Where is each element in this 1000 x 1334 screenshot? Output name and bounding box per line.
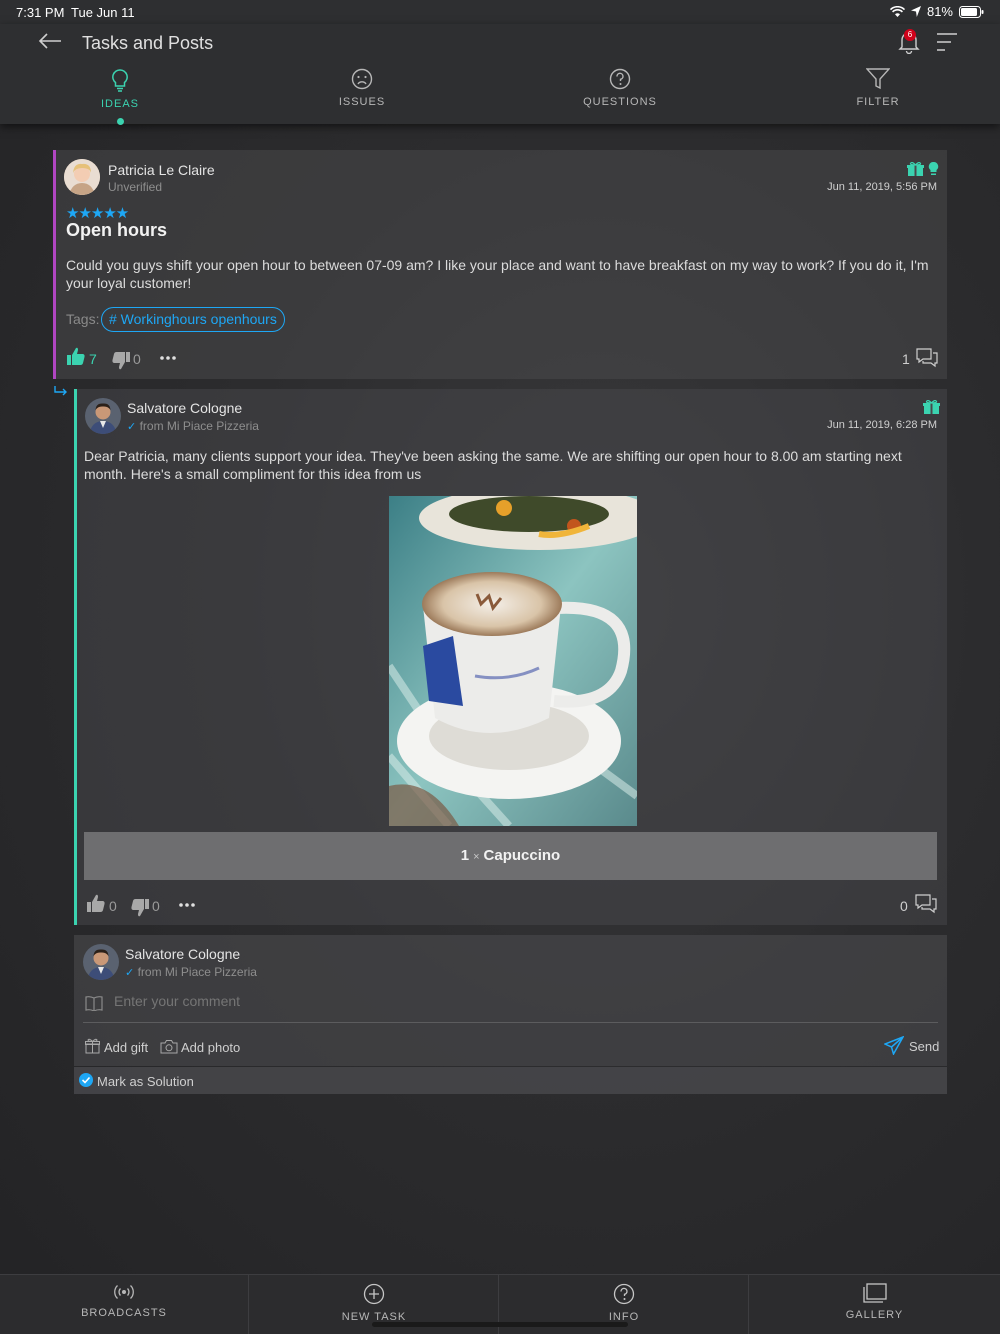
- reply-author-affiliation: ✓ from Mi Piace Pizzeria: [127, 419, 259, 433]
- thumbs-up-icon[interactable]: [87, 894, 105, 912]
- dislike-count: 0: [152, 898, 160, 914]
- idea-post-card[interactable]: Patricia Le Claire Unverified Jun 11, 20…: [53, 150, 947, 379]
- reply-card[interactable]: Salvatore Cologne ✓ from Mi Piace Pizzer…: [74, 389, 947, 925]
- battery-icon: [959, 5, 984, 18]
- nav-gallery-label: GALLERY: [845, 1309, 904, 1321]
- gift-item-name: Capuccino: [483, 847, 561, 864]
- back-arrow-icon[interactable]: [38, 32, 62, 50]
- send-button[interactable]: Send: [909, 1039, 939, 1054]
- composer-author-name: Salvatore Cologne: [125, 946, 241, 962]
- info-icon: [613, 1283, 635, 1305]
- post-body: Could you guys shift your open hour to b…: [66, 257, 929, 291]
- home-indicator[interactable]: [372, 1322, 628, 1327]
- gift-icon[interactable]: [85, 1038, 100, 1054]
- comments-icon[interactable]: [915, 894, 937, 914]
- composer-author-affiliation: ✓ from Mi Piace Pizzeria: [125, 965, 257, 979]
- comment-count: 0: [900, 898, 908, 914]
- gift-quantity: 1: [460, 847, 470, 864]
- capuccino-photo[interactable]: [389, 496, 637, 826]
- reply-author-name[interactable]: Salvatore Cologne: [127, 400, 242, 416]
- nav-broadcasts[interactable]: BROADCASTS: [0, 1275, 249, 1334]
- thumbs-down-icon[interactable]: [112, 352, 130, 370]
- page-title: Tasks and Posts: [82, 33, 214, 53]
- reply-timestamp: Jun 11, 2019, 6:28 PM: [827, 419, 937, 431]
- notification-badge: 6: [904, 29, 916, 41]
- gift-icon: [907, 162, 924, 176]
- broadcast-icon: [114, 1285, 134, 1299]
- nav-broadcasts-label: BROADCASTS: [81, 1307, 167, 1319]
- sad-face-icon: [351, 68, 373, 90]
- mark-solution-label[interactable]: Mark as Solution: [97, 1074, 194, 1089]
- nav-gallery[interactable]: GALLERY: [750, 1275, 999, 1334]
- like-count: 0: [109, 898, 117, 914]
- input-underline: [83, 1022, 938, 1023]
- filter-icon: [866, 68, 890, 90]
- send-icon[interactable]: [884, 1036, 904, 1055]
- reply-arrow-icon: [54, 386, 67, 396]
- tags-label: Tags:: [66, 311, 100, 327]
- avatar: [83, 944, 119, 980]
- menu-icon[interactable]: [935, 32, 959, 52]
- verified-icon: ✓: [127, 421, 137, 433]
- mark-solution-toggle[interactable]: Mark as Solution: [74, 1067, 947, 1094]
- affiliation-text: from Mi Piace Pizzeria: [139, 419, 259, 433]
- more-options-icon[interactable]: [179, 903, 195, 907]
- tab-ideas[interactable]: IDEAS: [40, 68, 200, 125]
- active-tab-indicator: [116, 118, 124, 125]
- gift-icon: [923, 400, 940, 414]
- verified-icon: ✓: [125, 967, 135, 979]
- location-icon: [910, 6, 921, 17]
- status-bar: 7:31 PM Tue Jun 11 81%: [0, 0, 1000, 24]
- status-indicators: 81%: [889, 4, 984, 19]
- tab-questions[interactable]: QUESTIONS: [540, 68, 700, 108]
- affiliation-text: from Mi Piace Pizzeria: [137, 965, 257, 979]
- more-options-icon[interactable]: [160, 356, 176, 360]
- camera-icon[interactable]: [160, 1039, 178, 1054]
- idea-type-icon: [928, 161, 939, 175]
- status-date: Tue Jun 11: [71, 5, 135, 20]
- tag-chip[interactable]: # Workinghours openhours: [101, 307, 285, 332]
- tab-issues-label: ISSUES: [338, 96, 386, 108]
- lightbulb-icon: [112, 69, 128, 92]
- tab-filter-label: FILTER: [856, 96, 900, 108]
- comment-composer: Salvatore Cologne ✓ from Mi Piace Pizzer…: [74, 935, 947, 1066]
- avatar[interactable]: [85, 398, 121, 434]
- post-author-name[interactable]: Patricia Le Claire: [108, 162, 215, 178]
- post-title: Open hours: [66, 220, 168, 240]
- status-time: 7:31 PM: [16, 5, 65, 20]
- post-author-status: Unverified: [108, 180, 163, 194]
- app-header: Tasks and Posts 6 IDEAS ISSUES QUESTIONS…: [0, 24, 1000, 125]
- comments-icon[interactable]: [916, 348, 938, 368]
- wifi-icon: [889, 5, 905, 17]
- comment-input[interactable]: [114, 993, 934, 1009]
- question-icon: [609, 68, 631, 90]
- dislike-count: 0: [133, 351, 141, 367]
- like-count: 7: [89, 351, 97, 367]
- avatar[interactable]: [64, 159, 100, 195]
- tab-questions-label: QUESTIONS: [583, 96, 657, 108]
- post-timestamp: Jun 11, 2019, 5:56 PM: [827, 181, 937, 193]
- gift-summary-bar: 1 × Capuccino: [84, 832, 937, 880]
- tab-issues[interactable]: ISSUES: [282, 68, 442, 108]
- book-icon: [85, 996, 103, 1011]
- tab-filter[interactable]: FILTER: [798, 68, 958, 108]
- battery-percent: 81%: [926, 4, 953, 19]
- thumbs-up-icon[interactable]: [67, 347, 85, 365]
- add-photo-button[interactable]: Add photo: [181, 1040, 240, 1055]
- plus-circle-icon: [363, 1283, 385, 1305]
- add-gift-button[interactable]: Add gift: [104, 1040, 148, 1055]
- thumbs-down-icon[interactable]: [131, 899, 149, 917]
- gallery-icon: [862, 1283, 887, 1303]
- reply-body: Dear Patricia, many clients support your…: [84, 448, 902, 482]
- tab-ideas-label: IDEAS: [100, 98, 139, 110]
- checkmark-icon[interactable]: [79, 1073, 93, 1087]
- gift-times-sign: ×: [473, 851, 480, 863]
- comment-count: 1: [902, 351, 910, 367]
